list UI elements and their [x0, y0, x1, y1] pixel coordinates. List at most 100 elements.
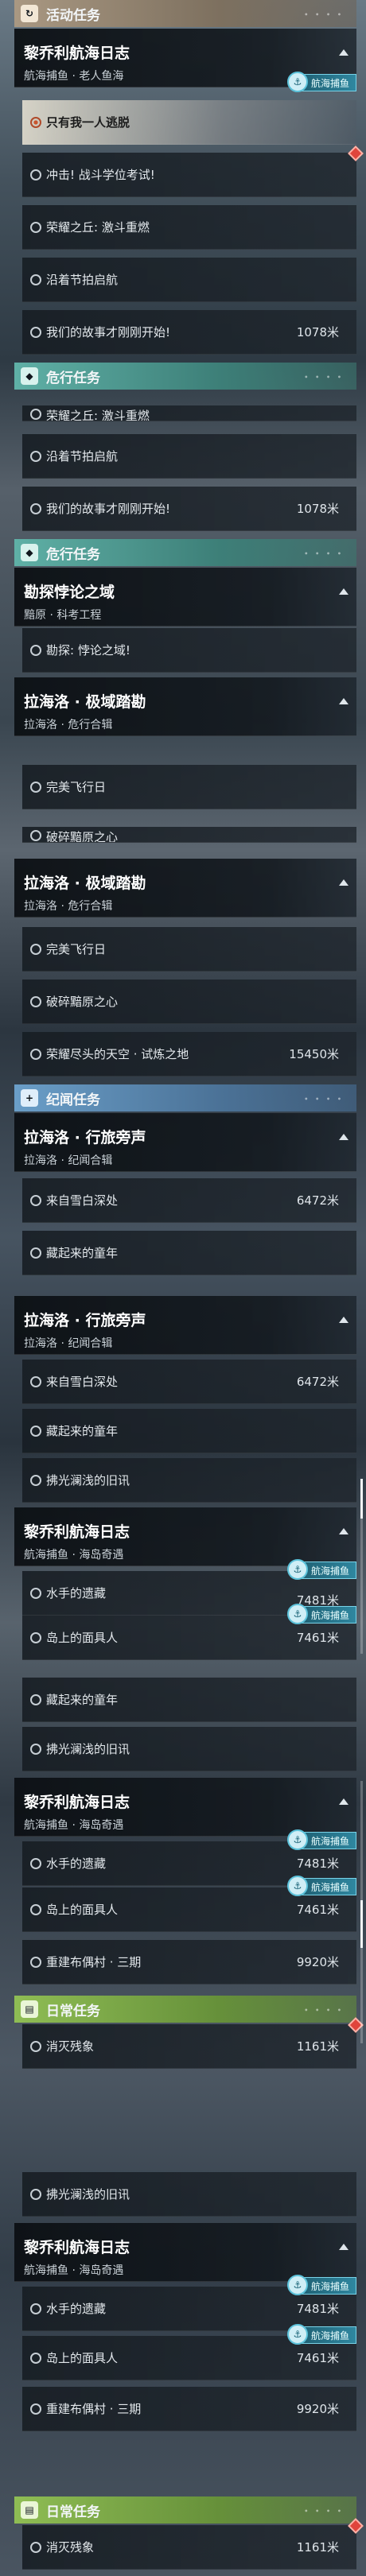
screenshot-6: 藏起来的童年 拂光澜浅的旧讯 黎乔利航海日志 航海捕鱼 · 海岛奇遇 ⚓ 航海捕鱼…: [0, 1662, 366, 2147]
quest-radio[interactable]: [30, 327, 41, 338]
scrollbar[interactable]: [360, 1479, 363, 1654]
quest-group-lahai-ji[interactable]: 拉海洛 · 极域踏勘 拉海洛 · 危行合辑: [14, 859, 356, 918]
quest-row[interactable]: 来自雪白深处 6472米: [22, 1360, 356, 1404]
quest-row[interactable]: 藏起来的童年: [22, 1409, 356, 1453]
quest-title: 拂光澜浅的旧讯: [46, 1742, 130, 1756]
quest-group-lahai-ji[interactable]: 拉海洛 · 极域踏勘 拉海洛 · 危行合辑: [14, 677, 356, 736]
quest-row[interactable]: 只有我一人逃脱: [22, 100, 356, 145]
quest-radio[interactable]: [30, 830, 41, 841]
quest-title: 完美飞行日: [46, 780, 107, 794]
collapse-arrow-icon[interactable]: [339, 49, 348, 56]
screenshot-5: 拉海洛 · 行旅旁声 拉海洛 · 纪闻合辑 来自雪白深处 6472米 藏起来的童…: [0, 1288, 366, 1662]
quest-row[interactable]: ⚓ 航海捕鱼 岛上的面具人 7461米: [22, 1604, 356, 1660]
section-header-daily[interactable]: ▤ 日常任务 • • • •: [14, 1996, 356, 2023]
quest-radio[interactable]: [30, 1588, 41, 1599]
quest-row[interactable]: 重建布偶村 · 三期 9920米: [22, 2387, 356, 2431]
quest-radio[interactable]: [30, 1049, 41, 1060]
quest-row[interactable]: 沿着节拍启航: [22, 434, 356, 479]
group-subtitle: 黯原 · 科考工程: [24, 609, 102, 622]
screenshot-4: 拉海洛 · 极域踏勘 拉海洛 · 危行合辑 完美飞行日 破碎黯原之心 荣耀尽头的…: [0, 859, 366, 1288]
quest-row[interactable]: 重建布偶村 · 三期 9920米: [22, 1940, 356, 1984]
quest-row[interactable]: 拂光澜浅的旧讯: [22, 1458, 356, 1503]
quest-row[interactable]: 荣耀之丘: 激斗重燃: [22, 405, 356, 421]
quest-radio[interactable]: [30, 1376, 41, 1387]
quest-row[interactable]: 来自雪白深处 6472米: [22, 1178, 356, 1223]
collapse-arrow-icon[interactable]: [339, 879, 348, 886]
quest-radio[interactable]: [30, 996, 41, 1007]
quest-group-joli[interactable]: 黎乔利航海日志 航海捕鱼 · 老人鱼海 ⚓ 航海捕鱼: [14, 29, 356, 92]
quest-row[interactable]: 拂光澜浅的旧讯: [22, 1727, 356, 1771]
quest-group-lahai-xing[interactable]: 拉海洛 · 行旅旁声 拉海洛 · 纪闻合辑: [14, 1296, 356, 1355]
quest-group-joli[interactable]: 黎乔利航海日志 航海捕鱼 · 海岛奇遇: [14, 1778, 356, 1837]
collapse-arrow-icon[interactable]: [339, 588, 348, 595]
quest-radio[interactable]: [30, 2189, 41, 2200]
quest-radio[interactable]: [30, 1195, 41, 1206]
quest-radio[interactable]: [30, 409, 41, 420]
collapse-arrow-icon[interactable]: [339, 1134, 348, 1140]
collapse-arrow-icon[interactable]: [339, 2244, 348, 2250]
quest-row[interactable]: ⚓ 航海捕鱼 岛上的面具人 7461米: [22, 2324, 356, 2380]
quest-row[interactable]: 我们的故事才刚刚开始! 1078米: [22, 310, 356, 355]
quest-radio[interactable]: [30, 2303, 41, 2314]
quest-row[interactable]: 消灭残象 1161米: [22, 2518, 364, 2570]
quest-radio[interactable]: [30, 645, 41, 656]
quest-row[interactable]: 荣耀尽头的天空 · 试炼之地 15450米: [22, 1032, 356, 1077]
quest-row[interactable]: 荣耀之丘: 激斗重燃: [22, 205, 356, 250]
quest-row[interactable]: ⚓ 航海捕鱼 水手的遗藏 7481米: [22, 2275, 356, 2331]
quest-radio[interactable]: [30, 1632, 41, 1643]
quest-row[interactable]: 藏起来的童年: [22, 1231, 356, 1275]
quest-radio[interactable]: [30, 2542, 41, 2553]
quest-panel: 完美飞行日 破碎黯原之心: [14, 739, 356, 859]
quest-group-joli[interactable]: 黎乔利航海日志 航海捕鱼 · 海岛奇遇: [14, 2223, 356, 2282]
collapse-arrow-icon[interactable]: [339, 1317, 348, 1323]
quest-row[interactable]: 完美飞行日: [22, 927, 356, 972]
quest-row[interactable]: 沿着节拍启航: [22, 258, 356, 302]
quest-radio[interactable]: [30, 1744, 41, 1755]
collapse-arrow-icon[interactable]: [339, 1798, 348, 1805]
fishing-icon: ⚓: [286, 2324, 308, 2345]
scrollbar[interactable]: [360, 1781, 363, 2043]
quest-row[interactable]: 完美飞行日: [22, 765, 356, 809]
quest-radio[interactable]: [30, 2353, 41, 2364]
quest-radio[interactable]: [30, 1858, 41, 1869]
quest-radio[interactable]: [30, 222, 41, 233]
quest-radio[interactable]: [30, 169, 41, 180]
quest-radio[interactable]: [30, 1957, 41, 1968]
quest-radio[interactable]: [30, 451, 41, 462]
quest-radio[interactable]: [30, 117, 41, 128]
quest-radio[interactable]: [30, 782, 41, 793]
quest-radio[interactable]: [30, 1475, 41, 1486]
quest-radio[interactable]: [30, 1694, 41, 1705]
collapse-arrow-icon[interactable]: [339, 698, 348, 704]
quest-row[interactable]: 破碎黯原之心: [22, 980, 356, 1024]
quest-row[interactable]: ⚓ 航海捕鱼 岛上的面具人 7461米: [22, 1876, 356, 1932]
quest-radio[interactable]: [30, 2041, 41, 2052]
scrollbar-thumb[interactable]: [360, 1900, 363, 1948]
section-header-danger[interactable]: ◆ 危行任务 • • • •: [14, 539, 356, 566]
quest-radio[interactable]: [30, 1426, 41, 1437]
quest-row[interactable]: 消灭残象 1161米: [22, 2017, 364, 2069]
fishing-tag: ⚓ 航海捕鱼: [286, 1604, 356, 1624]
quest-row[interactable]: 勘探: 悖论之域!: [22, 628, 356, 673]
section-header-daily[interactable]: ▤ 日常任务 • • • •: [14, 2496, 356, 2524]
quest-row[interactable]: 破碎黯原之心: [22, 827, 356, 843]
quest-group-joli[interactable]: 黎乔利航海日志 航海捕鱼 · 海岛奇遇: [14, 1507, 356, 1566]
scrollbar-thumb[interactable]: [360, 1479, 363, 1519]
quest-radio[interactable]: [30, 1247, 41, 1259]
quest-radio[interactable]: [30, 503, 41, 514]
section-header-lore[interactable]: + 纪闻任务 • • • •: [14, 1084, 356, 1111]
section-header-activity[interactable]: ↻ 活动任务 • • • •: [14, 0, 356, 27]
collapse-arrow-icon[interactable]: [339, 1528, 348, 1534]
quest-radio[interactable]: [30, 2403, 41, 2415]
quest-row[interactable]: 藏起来的童年: [22, 1678, 356, 1722]
quest-title: 水手的遗藏: [46, 1856, 107, 1871]
section-header-danger[interactable]: ◆ 危行任务 • • • •: [14, 363, 356, 390]
quest-radio[interactable]: [30, 1904, 41, 1915]
quest-group-kankan[interactable]: 勘探悖论之域 黯原 · 科考工程: [14, 568, 356, 627]
quest-radio[interactable]: [30, 274, 41, 285]
quest-row[interactable]: 冲击! 战斗学位考试!: [22, 145, 364, 197]
quest-row[interactable]: 我们的故事才刚刚开始! 1078米: [22, 487, 356, 531]
quest-row[interactable]: 拂光澜浅的旧讯: [22, 2172, 356, 2217]
quest-radio[interactable]: [30, 944, 41, 955]
quest-group-lahai-xing[interactable]: 拉海洛 · 行旅旁声 拉海洛 · 纪闻合辑: [14, 1113, 356, 1172]
